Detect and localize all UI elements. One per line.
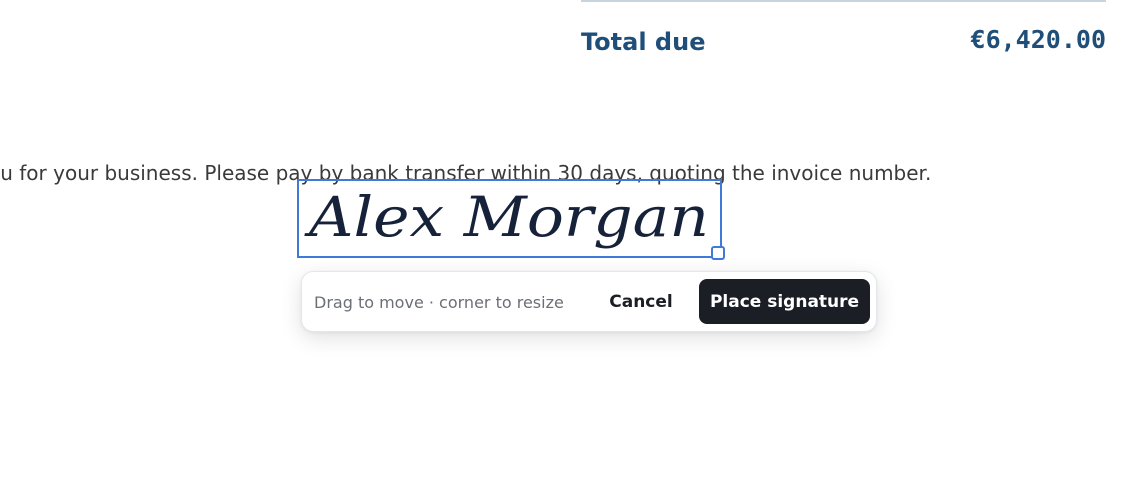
signature-image: Alex Morgan [303, 185, 709, 249]
total-due-label: Total due [581, 28, 706, 56]
resize-handle[interactable] [711, 246, 725, 260]
signature-toolbar: Drag to move · corner to resize Cancel P… [301, 271, 877, 332]
cancel-button[interactable]: Cancel [596, 280, 686, 324]
toolbar-hint: Drag to move · corner to resize [314, 293, 564, 312]
place-signature-button[interactable]: Place signature [699, 279, 870, 324]
signature-text: Alex Morgan [303, 185, 709, 249]
total-due-amount: €6,420.00 [970, 25, 1106, 54]
totals-divider [581, 0, 1106, 2]
signature-frame[interactable]: Alex Morgan [297, 179, 722, 258]
invoice-page: Total due €6,420.00 ou for your business… [0, 0, 1140, 495]
